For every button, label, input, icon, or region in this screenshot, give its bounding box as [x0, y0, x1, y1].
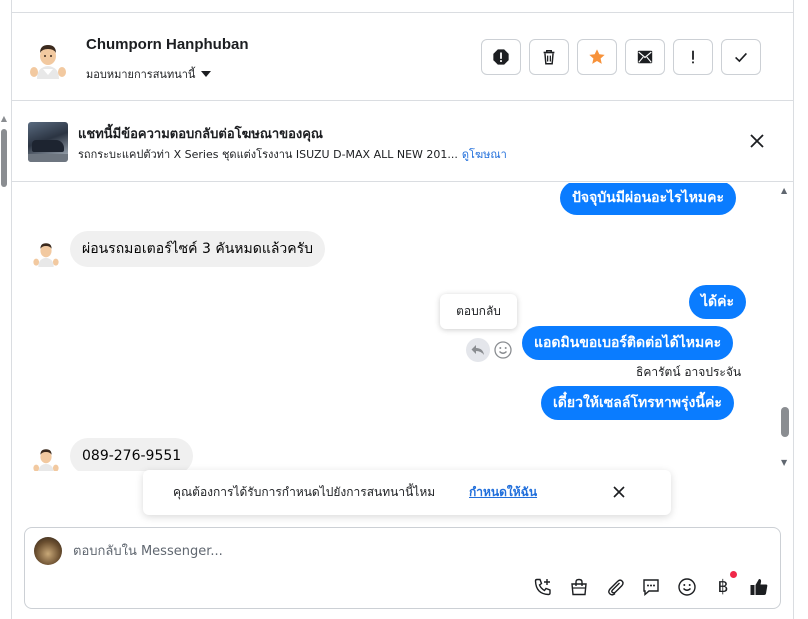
thread-scroll-up-arrow[interactable]: ▲: [781, 186, 787, 195]
check-icon: [735, 52, 747, 63]
ad-road-shape: [28, 154, 68, 162]
inbox-conversation-panel: ▲ Chumporn Hanphuban มอบหมายการสนทนานี้: [0, 0, 808, 619]
reply-input[interactable]: [73, 538, 673, 564]
message-bubble-outgoing[interactable]: เดี๋ยวให้เซลล์โทรหาพรุ่งนี้ค่ะ: [541, 386, 734, 420]
call-icon: [534, 578, 551, 596]
emoji-icon: [678, 578, 696, 596]
star-icon: [589, 49, 605, 64]
call-button[interactable]: [531, 575, 555, 599]
notification-dot: [730, 571, 737, 578]
saved-replies-button[interactable]: [639, 575, 663, 599]
thread-scrollbar-thumb[interactable]: [781, 407, 789, 437]
contact-name: Chumporn Hanphuban: [86, 36, 249, 53]
reply-icon: [471, 345, 484, 355]
ad-car-shape: [32, 140, 64, 152]
mark-unread-button[interactable]: [625, 39, 665, 75]
react-emoji-icon[interactable]: [493, 340, 513, 360]
composer-tools: ฿: [531, 571, 771, 599]
ad-banner-description: รถกระบะแคปตัวท่า X Series ชุดแต่งโรงงาน …: [78, 145, 507, 163]
sender-name: ธิคารัตน์ อาจประจัน: [636, 365, 742, 379]
saved-reply-icon: [643, 579, 659, 597]
thread-scroll-down-arrow[interactable]: ▼: [781, 458, 787, 467]
payment-button[interactable]: ฿: [711, 571, 737, 599]
caret-down-icon: [201, 71, 212, 77]
like-icon: [750, 579, 768, 595]
shopping-bag-icon: [571, 578, 587, 596]
ad-description-text: รถกระบะแคปตัวท่า X Series ชุดแต่งโรงงาน …: [78, 148, 458, 161]
close-icon[interactable]: [748, 132, 766, 150]
outer-scroll-up-arrow[interactable]: ▲: [0, 114, 8, 124]
panel-right-border: [793, 0, 794, 619]
spam-alert-icon: [493, 49, 509, 65]
conversation-header: Chumporn Hanphuban มอบหมายการสนทนานี้: [12, 13, 793, 101]
ad-reply-banner: แชทนี้มีข้อความตอบกลับต่อโฆษณาของคุณ รถก…: [12, 102, 793, 182]
trash-icon: [543, 49, 555, 65]
message-composer: ฿: [24, 527, 781, 609]
contact-avatar-small: [33, 243, 59, 267]
reply-button[interactable]: [466, 338, 490, 362]
message-thread: ปัจจุบันมีผ่อนอะไรไหมคะ ผ่อนรถมอเตอร์ไซค…: [12, 183, 778, 471]
message-bubble-incoming[interactable]: 089-276-9551: [70, 438, 194, 471]
reply-tooltip: ตอบกลับ: [440, 294, 517, 329]
baht-payment-icon: ฿: [717, 577, 729, 597]
contact-avatar[interactable]: [28, 39, 68, 79]
header-actions: [481, 39, 761, 75]
star-button[interactable]: [577, 39, 617, 75]
view-ad-link[interactable]: ดูโฆษณา: [462, 148, 507, 161]
like-button[interactable]: [747, 575, 771, 599]
assign-prompt-toast: คุณต้องการได้รับการกำหนดไปยังการสนทนานี้…: [143, 470, 671, 515]
message-bubble-outgoing[interactable]: ได้ค่ะ: [689, 285, 747, 319]
delete-button[interactable]: [529, 39, 569, 75]
close-icon[interactable]: [612, 485, 626, 499]
ad-thumbnail[interactable]: [28, 122, 68, 162]
outer-scrollbar-thumb[interactable]: [1, 129, 7, 187]
attach-file-button[interactable]: [603, 575, 627, 599]
assign-conversation-dropdown[interactable]: มอบหมายการสนทนานี้: [86, 65, 212, 83]
exclamation-icon: [692, 50, 694, 64]
assign-to-me-link[interactable]: กำหนดให้ฉัน: [469, 483, 537, 502]
ad-banner-title: แชทนี้มีข้อความตอบกลับต่อโฆษณาของคุณ: [78, 127, 323, 142]
shop-button[interactable]: [567, 575, 591, 599]
paperclip-icon: [608, 579, 624, 596]
assign-label: มอบหมายการสนทนานี้: [86, 68, 196, 81]
mark-spam-button[interactable]: [481, 39, 521, 75]
mark-done-button[interactable]: [721, 39, 761, 75]
message-bubble-incoming[interactable]: ผ่อนรถมอเตอร์ไซค์ 3 คันหมดแล้วครับ: [70, 231, 326, 267]
assign-prompt-text: คุณต้องการได้รับการกำหนดไปยังการสนทนานี้…: [173, 485, 436, 499]
contact-avatar-small: [33, 449, 59, 471]
mark-unread-icon: [637, 50, 653, 64]
page-avatar: [34, 537, 62, 565]
message-bubble-outgoing[interactable]: แอดมินขอเบอร์ติดต่อได้ไหมคะ: [522, 326, 734, 360]
emoji-button[interactable]: [675, 575, 699, 599]
follow-up-button[interactable]: [673, 39, 713, 75]
message-bubble-outgoing[interactable]: ปัจจุบันมีผ่อนอะไรไหมคะ: [560, 183, 737, 215]
